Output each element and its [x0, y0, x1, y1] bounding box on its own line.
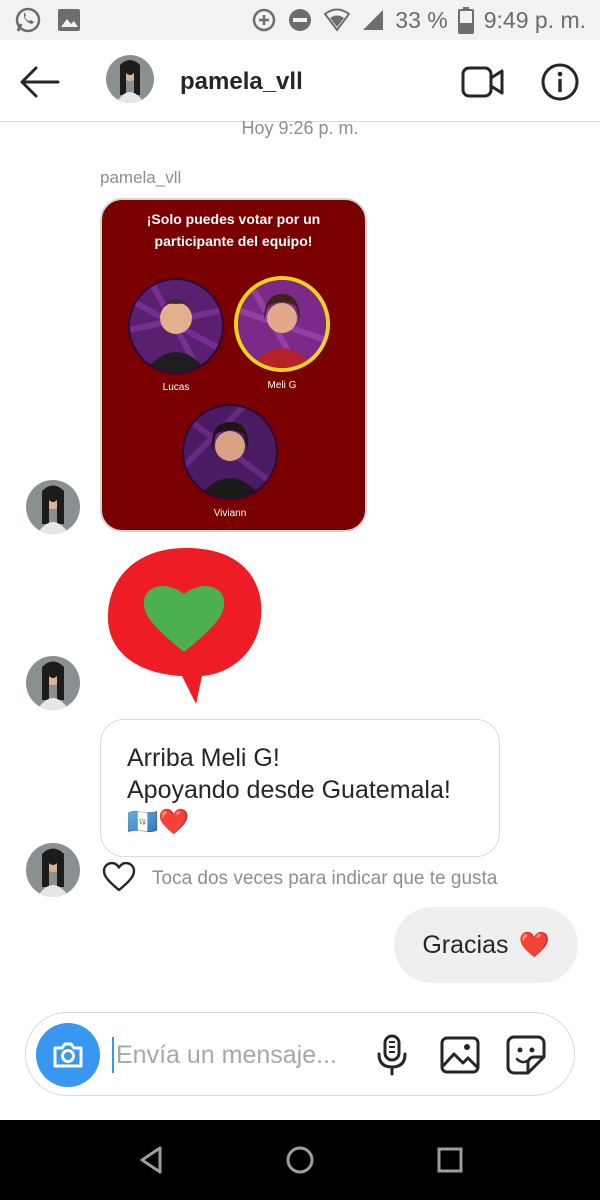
do-not-disturb-icon	[287, 7, 313, 33]
candidate-photo-selected	[234, 276, 330, 372]
received-message-bubble[interactable]: Arriba Meli G! Apoyando desde Guatemala!…	[100, 719, 500, 857]
chat-header: pamela_vll	[0, 40, 600, 122]
camera-icon	[53, 1042, 83, 1068]
header-avatar[interactable]	[106, 55, 154, 103]
microphone-icon[interactable]	[370, 1033, 414, 1077]
camera-button[interactable]	[36, 1023, 100, 1087]
chat-username[interactable]: pamela_vll	[180, 68, 303, 96]
info-icon[interactable]	[538, 60, 582, 104]
heart-outline-icon[interactable]	[102, 861, 136, 897]
back-arrow-icon[interactable]	[18, 60, 62, 104]
battery-percent: 33 %	[395, 6, 448, 33]
like-hint-text: Toca dos veces para indicar que te gusta	[152, 868, 498, 889]
poll-title: ¡Solo puedes votar por un participante d…	[146, 211, 321, 249]
message-input[interactable]	[112, 1037, 362, 1073]
candidate-name: Viviann	[213, 508, 247, 519]
status-bar: 33 % 9:49 p. m.	[0, 0, 600, 40]
message-line: Apoyando desde Guatemala!	[127, 776, 451, 804]
sender-label: pamela_vll	[100, 168, 182, 187]
candidate-meli-g: Meli G	[234, 276, 330, 391]
system-nav-bar	[0, 1120, 600, 1200]
sender-avatar[interactable]	[26, 843, 80, 897]
green-heart-speech-bubble-icon[interactable]	[104, 544, 268, 708]
message-line: Arriba Meli G!	[127, 744, 280, 772]
battery-icon	[457, 6, 474, 34]
candidate-photo	[128, 278, 224, 374]
candidate-name: Meli G	[267, 380, 297, 391]
nav-back-icon[interactable]	[136, 1144, 168, 1176]
sender-avatar[interactable]	[26, 656, 80, 710]
clock: 9:49 p. m.	[483, 6, 586, 33]
message-emoji: 🇬🇹❤️	[127, 808, 190, 836]
candidate-name: Lucas	[162, 382, 190, 393]
message-composer	[25, 1012, 575, 1096]
image-icon[interactable]	[438, 1033, 482, 1077]
data-saver-icon	[251, 7, 277, 33]
sent-message-text: Gracias	[422, 930, 509, 959]
gallery-icon	[56, 6, 82, 34]
whatsapp-icon	[14, 6, 42, 34]
sticker-icon[interactable]	[504, 1033, 548, 1077]
like-hint-row: Toca dos veces para indicar que te gusta	[102, 861, 498, 897]
candidate-photo	[182, 404, 278, 500]
sent-message-bubble[interactable]: Gracias ❤️	[394, 907, 578, 983]
signal-icon	[361, 8, 385, 32]
nav-home-icon[interactable]	[284, 1144, 316, 1176]
video-call-icon[interactable]	[460, 62, 506, 102]
candidate-lucas: Lucas	[128, 278, 224, 393]
nav-recents-icon[interactable]	[434, 1144, 466, 1176]
candidate-viviann: Viviann	[182, 404, 278, 519]
sent-message-emoji: ❤️	[518, 930, 550, 959]
conversation-timestamp: Hoy 9:26 p. m.	[241, 118, 359, 138]
shared-poll-card[interactable]: ¡Solo puedes votar por un participante d…	[100, 198, 367, 532]
wifi-icon	[323, 8, 351, 32]
sender-avatar[interactable]	[26, 480, 80, 534]
